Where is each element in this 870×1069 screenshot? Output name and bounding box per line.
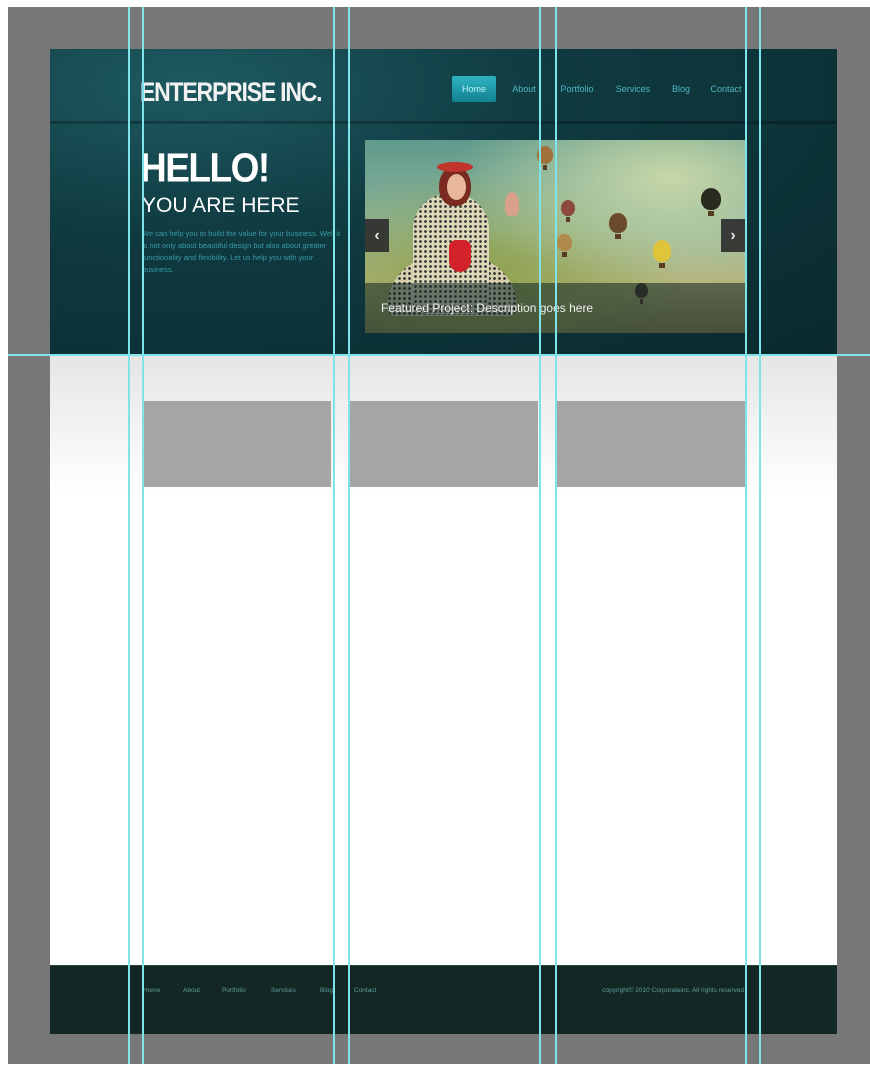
nav-item-about[interactable]: About: [504, 76, 544, 102]
slide-heart-object: [449, 240, 471, 272]
footer-link-about[interactable]: About: [183, 987, 200, 994]
layout-guide-vertical: [539, 7, 541, 1064]
layout-guide-vertical: [745, 7, 747, 1064]
page-mockup: ENTERPRISE INC. Home About Portfolio Ser…: [50, 49, 837, 1034]
content-column-placeholder-2: [350, 401, 538, 487]
layout-guide-vertical: [128, 7, 130, 1064]
balloon-image: [561, 200, 575, 222]
nav-item-contact[interactable]: Contact: [704, 76, 748, 102]
content-area: [50, 354, 837, 965]
nav-item-services[interactable]: Services: [608, 76, 658, 102]
slider-prev-arrow-icon[interactable]: ‹: [365, 219, 389, 252]
header-divider: [50, 121, 837, 124]
footer-copyright: copyright© 2010 Corporateinc. All rights…: [602, 987, 744, 994]
site-logo[interactable]: ENTERPRISE INC.: [140, 77, 323, 108]
nav-item-home[interactable]: Home: [452, 76, 496, 102]
hero-heading: HELLO!: [140, 145, 270, 191]
balloon-image: [701, 188, 721, 216]
header: ENTERPRISE INC. Home About Portfolio Ser…: [50, 49, 837, 354]
slider-next-arrow-icon[interactable]: ›: [721, 219, 745, 252]
footer-link-contact[interactable]: Contact: [354, 987, 376, 994]
slider-caption[interactable]: Featured Project: Description goes here: [381, 301, 593, 315]
content-column-placeholder-1: [143, 401, 331, 487]
footer-link-portfolio[interactable]: Portfolio: [222, 987, 246, 994]
hero-intro-text: We can help you to build the value for y…: [142, 229, 341, 274]
layout-guide-vertical: [759, 7, 761, 1064]
layout-guide-vertical: [142, 7, 144, 1064]
hero-subheading: YOU ARE HERE: [142, 194, 300, 217]
footer-link-home[interactable]: Home: [143, 987, 160, 994]
balloon-image: [653, 240, 671, 268]
nav-item-blog[interactable]: Blog: [664, 76, 698, 102]
balloon-image: [557, 234, 572, 257]
nav-item-portfolio[interactable]: Portfolio: [552, 76, 602, 102]
slide-figure-face: [447, 174, 466, 200]
slide-ice-cream: [505, 192, 519, 216]
balloon-image: [609, 213, 627, 239]
layout-guide-vertical: [333, 7, 335, 1064]
slide-figure-hat: [437, 162, 473, 172]
footer-link-services[interactable]: Services: [271, 987, 296, 994]
footer-link-blog[interactable]: Blog: [320, 987, 333, 994]
layout-guide-vertical: [348, 7, 350, 1064]
footer: Home About Portfolio Services Blog Conta…: [50, 965, 837, 1034]
layout-guide-horizontal: [8, 354, 870, 356]
layout-guide-vertical: [555, 7, 557, 1064]
content-column-placeholder-3: [556, 401, 745, 487]
